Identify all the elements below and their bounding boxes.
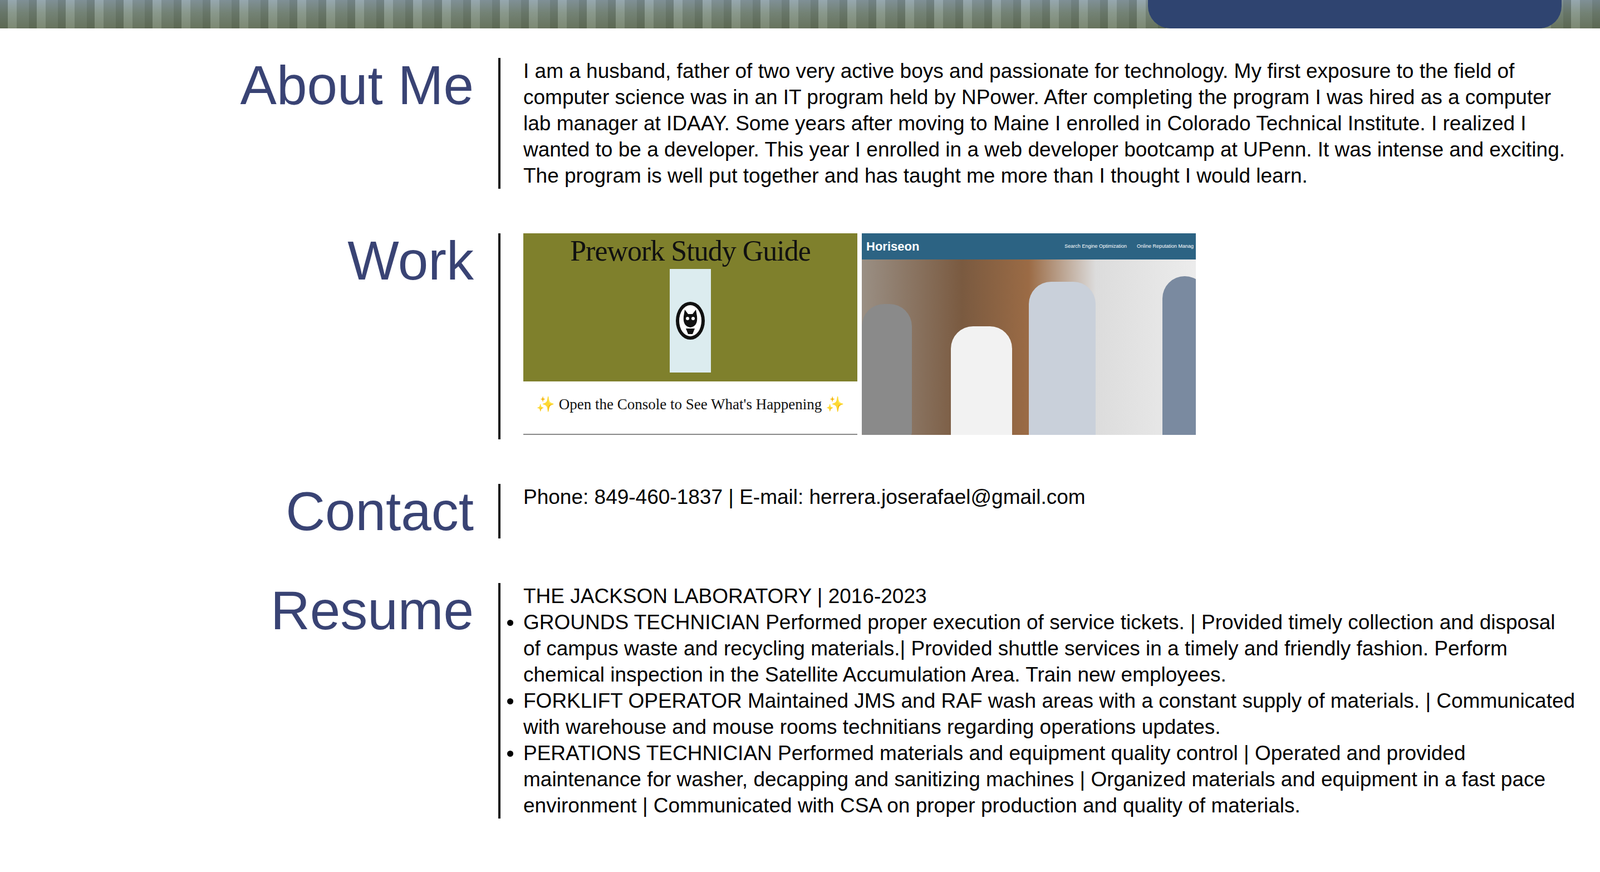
cat-logo-icon — [669, 268, 711, 373]
resume-section: ResumeTHE JACKSON LABORATORY | 2016-2023… — [0, 582, 1600, 819]
contact-info: Phone: 849-460-1837 | E-mail: herrera.jo… — [523, 483, 1578, 510]
person-shape — [950, 326, 1013, 435]
team-photo — [861, 259, 1196, 435]
section-heading: About Me — [0, 57, 499, 189]
project-subtitle: ✨ Open the Console to See What's Happeni… — [523, 381, 858, 420]
site-header: Horiseon Search Engine Optimization Online… — [861, 233, 1196, 260]
person-shape — [861, 303, 912, 435]
site-brand: Horiseon — [866, 233, 920, 260]
project-list: Prework Study Guide ✨ Open the Console to… — [523, 233, 1578, 440]
hero-image — [0, 0, 1600, 29]
site-nav: Search Engine Optimization Online Reputat… — [1064, 233, 1196, 260]
section-content: Prework Study Guide ✨ Open the Console to… — [498, 233, 1600, 440]
section-heading: Contact — [0, 483, 499, 539]
section-heading: Work — [0, 233, 499, 440]
hero-person — [1147, 0, 1562, 29]
job-item: PERATIONS TECHNICIAN Performed materials… — [523, 739, 1578, 819]
nav-link: Search Engine Optimization — [1064, 233, 1127, 260]
project-title: Prework Study Guide — [570, 233, 811, 269]
about-section: About MeI am a husband, father of two ve… — [0, 57, 1600, 189]
job-item: GROUNDS TECHNICIAN Performed proper exec… — [523, 609, 1578, 688]
section-content: Phone: 849-460-1837 | E-mail: herrera.jo… — [498, 483, 1600, 539]
employer: THE JACKSON LABORATORY | 2016-2023 — [523, 582, 1578, 610]
project-card[interactable]: Prework Study Guide ✨ Open the Console to… — [523, 233, 858, 435]
section-content: I am a husband, father of two very activ… — [498, 57, 1600, 189]
contact-section: Contact Phone: 849-460-1837 | E-mail: her… — [0, 483, 1600, 539]
job-list: GROUNDS TECHNICIAN Performed proper exec… — [523, 609, 1578, 819]
nav-link: Online Reputation Manag — [1136, 233, 1194, 260]
person-shape — [1162, 276, 1196, 435]
section-heading: Resume — [0, 582, 499, 819]
person-shape — [1028, 281, 1096, 435]
work-section: Work Prework Study Guide ✨ Open the Consol… — [0, 233, 1600, 440]
section-content: THE JACKSON LABORATORY | 2016-2023GROUND… — [498, 582, 1600, 819]
job-item: FORKLIFT OPERATOR Maintained JMS and RAF… — [523, 687, 1578, 740]
project-banner: Prework Study Guide — [523, 233, 858, 382]
main-content: About MeI am a husband, father of two ve… — [0, 28, 1600, 819]
project-card[interactable]: Horiseon Search Engine Optimization Online… — [861, 233, 1196, 435]
about-text: I am a husband, father of two very activ… — [523, 57, 1578, 189]
